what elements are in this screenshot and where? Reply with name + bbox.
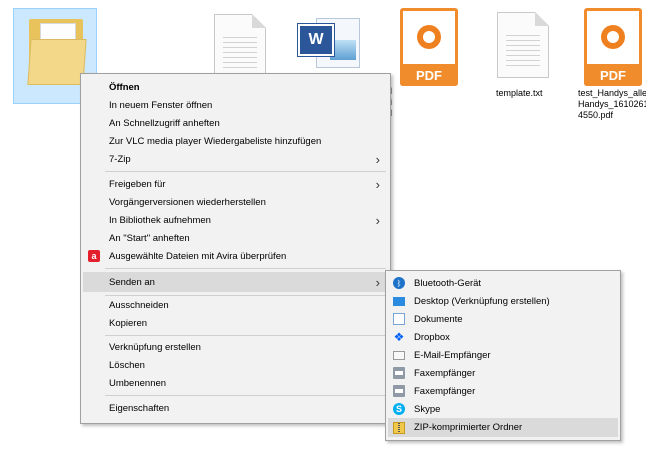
foxit-logo-icon [417, 25, 441, 49]
send-to-zip-folder[interactable]: ZIP-komprimierter Ordner [388, 418, 618, 437]
foxit-logo-icon [601, 25, 625, 49]
skype-icon: S [393, 403, 405, 415]
send-to-fax-2[interactable]: Faxempfänger [388, 382, 618, 400]
menu-item-delete[interactable]: Löschen [83, 356, 388, 374]
menu-item-share-with[interactable]: Freigeben für › [83, 175, 388, 193]
menu-item-rename[interactable]: Umbenennen [83, 374, 388, 392]
send-to-mail-recipient[interactable]: E-Mail-Empfänger [388, 346, 618, 364]
send-to-documents[interactable]: Dokumente [388, 310, 618, 328]
menu-item-pin-quick-access[interactable]: An Schnellzugriff anheften [83, 114, 388, 132]
chevron-right-icon: › [375, 212, 380, 228]
send-to-desktop[interactable]: Desktop (Verknüpfung erstellen) [388, 292, 618, 310]
menu-item-7zip[interactable]: 7-Zip › [83, 150, 388, 168]
mail-icon [393, 350, 405, 360]
desktop-icon [393, 296, 405, 306]
menu-item-send-to[interactable]: Senden an › [83, 272, 388, 292]
word-file-icon[interactable]: W [298, 18, 360, 68]
text-document-icon [214, 14, 266, 80]
avira-icon: a [88, 250, 100, 262]
template-file-name[interactable]: template.txt [496, 88, 543, 99]
menu-separator [105, 335, 386, 336]
pdf-file-name[interactable]: test_Handys_alle Handys_1610261 4550.pdf [578, 88, 646, 121]
pdf-file-icon[interactable]: PDF [584, 8, 642, 86]
text-file-icon [497, 12, 549, 78]
documents-icon [393, 313, 405, 325]
context-menu: Öffnen In neuem Fenster öffnen An Schnel… [80, 73, 391, 424]
menu-item-avira-scan[interactable]: a Ausgewählte Dateien mit Avira überprüf… [83, 247, 388, 265]
fax-icon [393, 385, 405, 397]
menu-separator [105, 171, 386, 172]
fax-icon [393, 367, 405, 379]
menu-item-include-library[interactable]: In Bibliothek aufnehmen › [83, 211, 388, 229]
menu-item-pin-start[interactable]: An "Start" anheften [83, 229, 388, 247]
dropbox-icon: ❖ [393, 330, 405, 344]
chevron-right-icon: › [375, 151, 380, 167]
menu-item-copy[interactable]: Kopieren [83, 314, 388, 332]
menu-item-open-new-window[interactable]: In neuem Fenster öffnen [83, 96, 388, 114]
menu-item-create-shortcut[interactable]: Verknüpfung erstellen [83, 338, 388, 356]
menu-item-restore-versions[interactable]: Vorgängerversionen wiederherstellen [83, 193, 388, 211]
send-to-bluetooth[interactable]: ᛒ Bluetooth-Gerät [388, 274, 618, 292]
zip-folder-icon [393, 421, 405, 434]
send-to-submenu: ᛒ Bluetooth-Gerät Desktop (Verknüpfung e… [385, 270, 621, 441]
chevron-right-icon: › [375, 274, 380, 290]
pdf-file-icon[interactable]: PDF [400, 8, 458, 86]
menu-item-properties[interactable]: Eigenschaften [83, 399, 388, 417]
send-to-skype[interactable]: S Skype [388, 400, 618, 418]
menu-separator [105, 268, 386, 269]
menu-item-add-vlc-playlist[interactable]: Zur VLC media player Wiedergabeliste hin… [83, 132, 388, 150]
bluetooth-icon: ᛒ [393, 277, 405, 289]
chevron-right-icon: › [375, 176, 380, 192]
menu-item-cut[interactable]: Ausschneiden [83, 296, 388, 314]
menu-item-open[interactable]: Öffnen [83, 78, 388, 96]
send-to-fax-1[interactable]: Faxempfänger [388, 364, 618, 382]
send-to-dropbox[interactable]: ❖ Dropbox [388, 328, 618, 346]
menu-separator [105, 395, 386, 396]
